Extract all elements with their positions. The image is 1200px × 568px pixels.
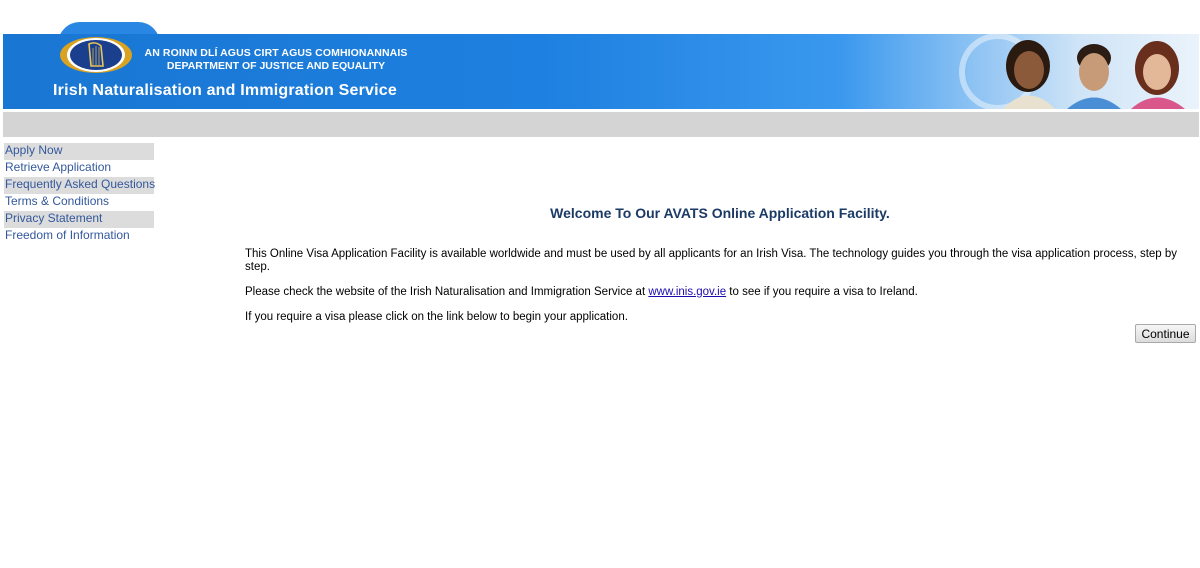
sidebar-item-retrieve-application[interactable]: Retrieve Application [4,160,154,177]
sidebar-item-faq[interactable]: Frequently Asked Questions [4,177,155,194]
sidebar-item-apply-now[interactable]: Apply Now [4,143,154,160]
begin-application-paragraph: If you require a visa please click on th… [245,310,628,323]
service-title: Irish Naturalisation and Immigration Ser… [53,82,398,99]
header-people-photo [959,34,1185,109]
harp-crest-icon [60,37,132,73]
sidebar-nav: Apply Now Retrieve Application Frequentl… [4,143,155,245]
intro-paragraph: This Online Visa Application Facility is… [245,247,1178,273]
continue-button[interactable]: Continue [1135,324,1196,343]
check-visa-text-after: to see if you require a visa to Ireland. [726,285,918,298]
check-visa-paragraph: Please check the website of the Irish Na… [245,286,1193,299]
sidebar-item-privacy-statement[interactable]: Privacy Statement [4,211,154,228]
check-visa-text-before: Please check the website of the Irish Na… [245,285,649,298]
navigation-bar [3,112,1199,137]
sidebar-item-freedom-of-information[interactable]: Freedom of Information [4,228,154,245]
dept-name-irish: AN ROINN DLÍ AGUS CIRT AGUS COMHIONANNAI… [144,47,408,59]
page-title: Welcome To Our AVATS Online Application … [550,205,890,221]
dept-name-english: DEPARTMENT OF JUSTICE AND EQUALITY [166,60,386,72]
sidebar-item-terms-conditions[interactable]: Terms & Conditions [4,194,154,211]
inis-website-link[interactable]: www.inis.gov.ie [648,286,726,298]
header-banner: AN ROINN DLÍ AGUS CIRT AGUS COMHIONANNAI… [3,34,1199,109]
